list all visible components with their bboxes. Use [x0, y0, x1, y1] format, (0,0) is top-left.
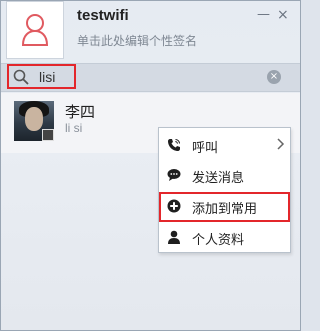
menu-item-label: 发送消息: [192, 171, 245, 186]
search-icon: [13, 69, 29, 85]
menu-item-label: 个人资料: [192, 233, 245, 248]
contact-name: 李四: [65, 103, 96, 121]
menu-item-profile[interactable]: 个人资料: [159, 223, 290, 251]
minimize-button[interactable]: —: [257, 8, 270, 22]
menu-item-send-message[interactable]: 发送消息: [159, 161, 290, 189]
search-input[interactable]: [39, 67, 249, 86]
device-badge-icon: [42, 129, 54, 141]
clear-search-button[interactable]: ×: [267, 70, 281, 84]
menu-item-label: 呼叫: [192, 141, 219, 156]
contact-avatar: [14, 101, 54, 141]
menu-highlight-outline: [159, 192, 290, 222]
phone-icon: [168, 139, 180, 151]
chat-bubble-icon: [167, 169, 181, 181]
avatar-face: [25, 107, 43, 131]
context-menu: 呼叫 发送消息 添加到常用 个人资料: [158, 127, 291, 253]
contact-account: li si: [65, 121, 83, 135]
person-icon: [168, 230, 180, 244]
default-avatar-icon: [21, 14, 49, 46]
chevron-right-icon: [277, 138, 285, 150]
user-avatar[interactable]: [6, 1, 64, 59]
signature-edit[interactable]: 单击此处编辑个性签名: [77, 32, 197, 49]
menu-item-call[interactable]: 呼叫: [159, 131, 290, 159]
contacts-window: testwifi 单击此处编辑个性签名 — × × 李四 li si 呼叫: [0, 0, 301, 331]
profile-header: testwifi 单击此处编辑个性签名 — ×: [1, 1, 300, 63]
username: testwifi: [77, 7, 129, 24]
search-bar: ×: [1, 63, 300, 92]
close-button[interactable]: ×: [277, 8, 289, 22]
